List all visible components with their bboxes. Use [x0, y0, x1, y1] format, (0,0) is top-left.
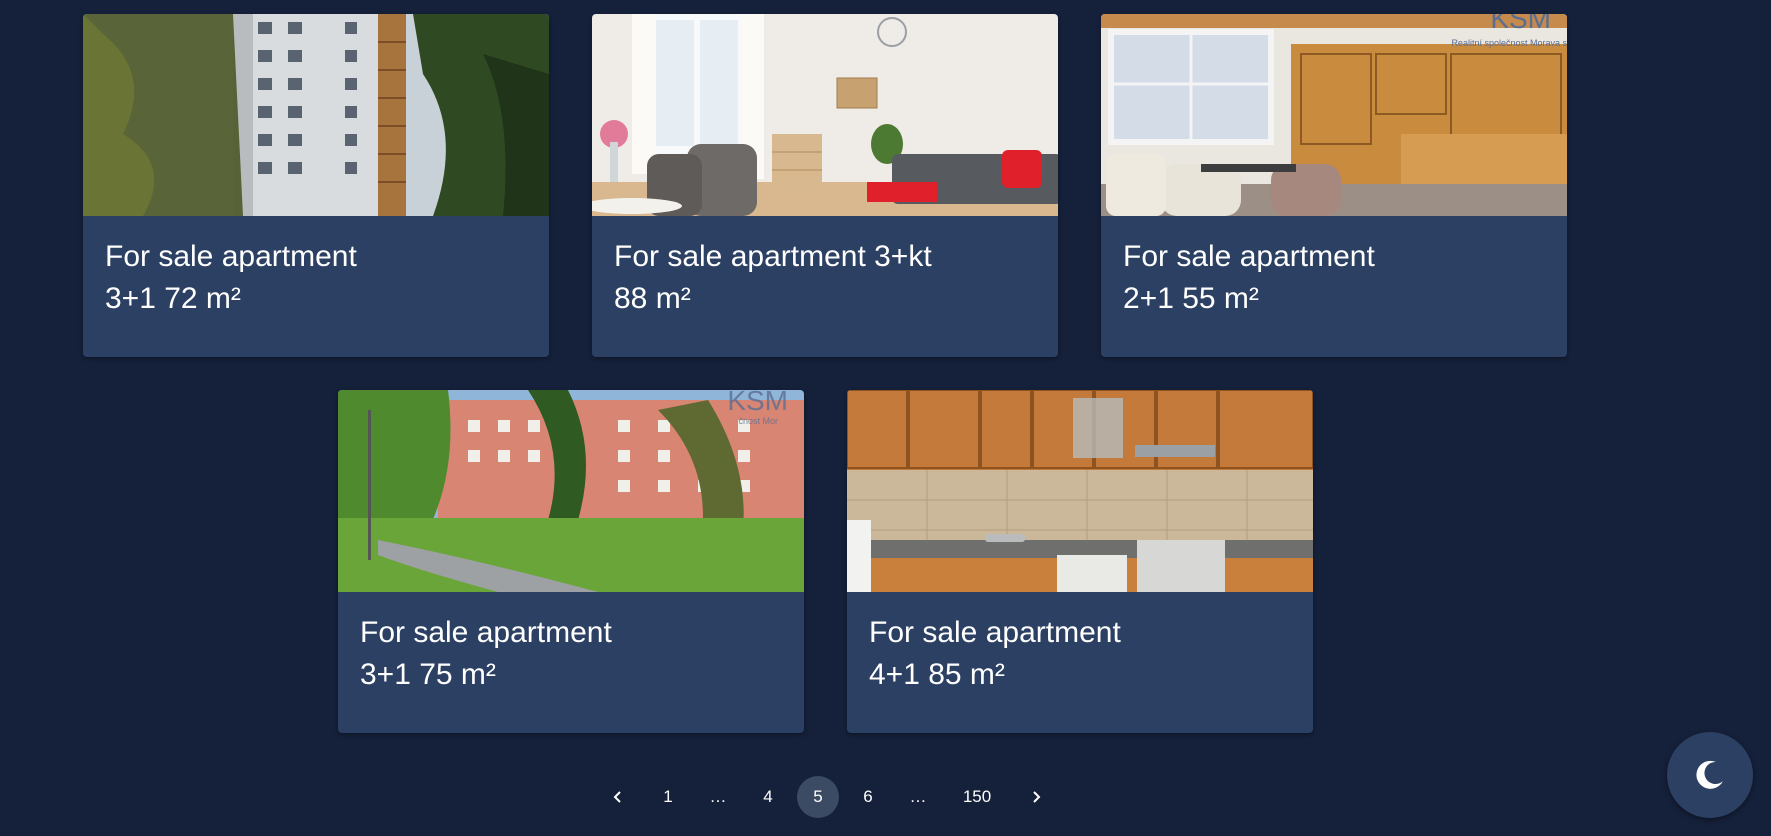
- listing-title: For sale apartment: [360, 616, 612, 649]
- listing-photo: [847, 390, 1313, 592]
- page-button-1[interactable]: 1: [647, 776, 689, 818]
- pagination: 1 … 4 5 6 … 150: [593, 776, 1061, 818]
- page-button-current[interactable]: 5: [797, 776, 839, 818]
- moon-icon: [1696, 760, 1723, 789]
- chevron-right-icon: [1033, 791, 1041, 803]
- listing-subtitle: 3+1 72 m²: [105, 282, 241, 315]
- listing-title: For sale apartment: [1123, 240, 1375, 273]
- listing-card[interactable]: For sale apartment 3+1 72 m²: [83, 14, 549, 357]
- chevron-left-icon: [613, 791, 621, 803]
- page-ellipsis: …: [709, 787, 727, 806]
- page-button-6[interactable]: 6: [847, 776, 889, 818]
- listing-photo: [83, 14, 549, 216]
- watermark-tagline: čnost Mor: [738, 416, 778, 426]
- listing-card[interactable]: KSM Realitní společnost Morava s For sal…: [1101, 14, 1567, 357]
- listing-photo: KSM čnost Mor: [338, 390, 804, 592]
- listing-subtitle: 4+1 85 m²: [869, 658, 1005, 691]
- page-button-last[interactable]: 150: [947, 776, 1007, 818]
- page-button-4[interactable]: 4: [747, 776, 789, 818]
- listing-subtitle: 3+1 75 m²: [360, 658, 496, 691]
- listing-title: For sale apartment 3+kt: [614, 240, 932, 273]
- listing-photo: KSM Realitní společnost Morava s: [1101, 14, 1567, 216]
- watermark-tagline: Realitní společnost Morava s: [1451, 38, 1567, 48]
- listing-card[interactable]: For sale apartment 4+1 85 m²: [847, 390, 1313, 733]
- listing-card[interactable]: For sale apartment 3+kt 88 m²: [592, 14, 1058, 357]
- listing-subtitle: 88 m²: [614, 282, 691, 315]
- listing-subtitle: 2+1 55 m²: [1123, 282, 1259, 315]
- listing-title: For sale apartment: [105, 240, 357, 273]
- next-page-button[interactable]: [1015, 776, 1057, 818]
- theme-toggle-button[interactable]: [1667, 732, 1753, 818]
- previous-page-button[interactable]: [597, 776, 639, 818]
- page-ellipsis: …: [909, 787, 927, 806]
- watermark-logo: KSM: [727, 390, 788, 416]
- listing-card[interactable]: KSM čnost Mor For sale apartment 3+1 75 …: [338, 390, 804, 733]
- listing-title: For sale apartment: [869, 616, 1121, 649]
- listing-photo: [592, 14, 1058, 216]
- watermark-logo: KSM: [1490, 14, 1551, 34]
